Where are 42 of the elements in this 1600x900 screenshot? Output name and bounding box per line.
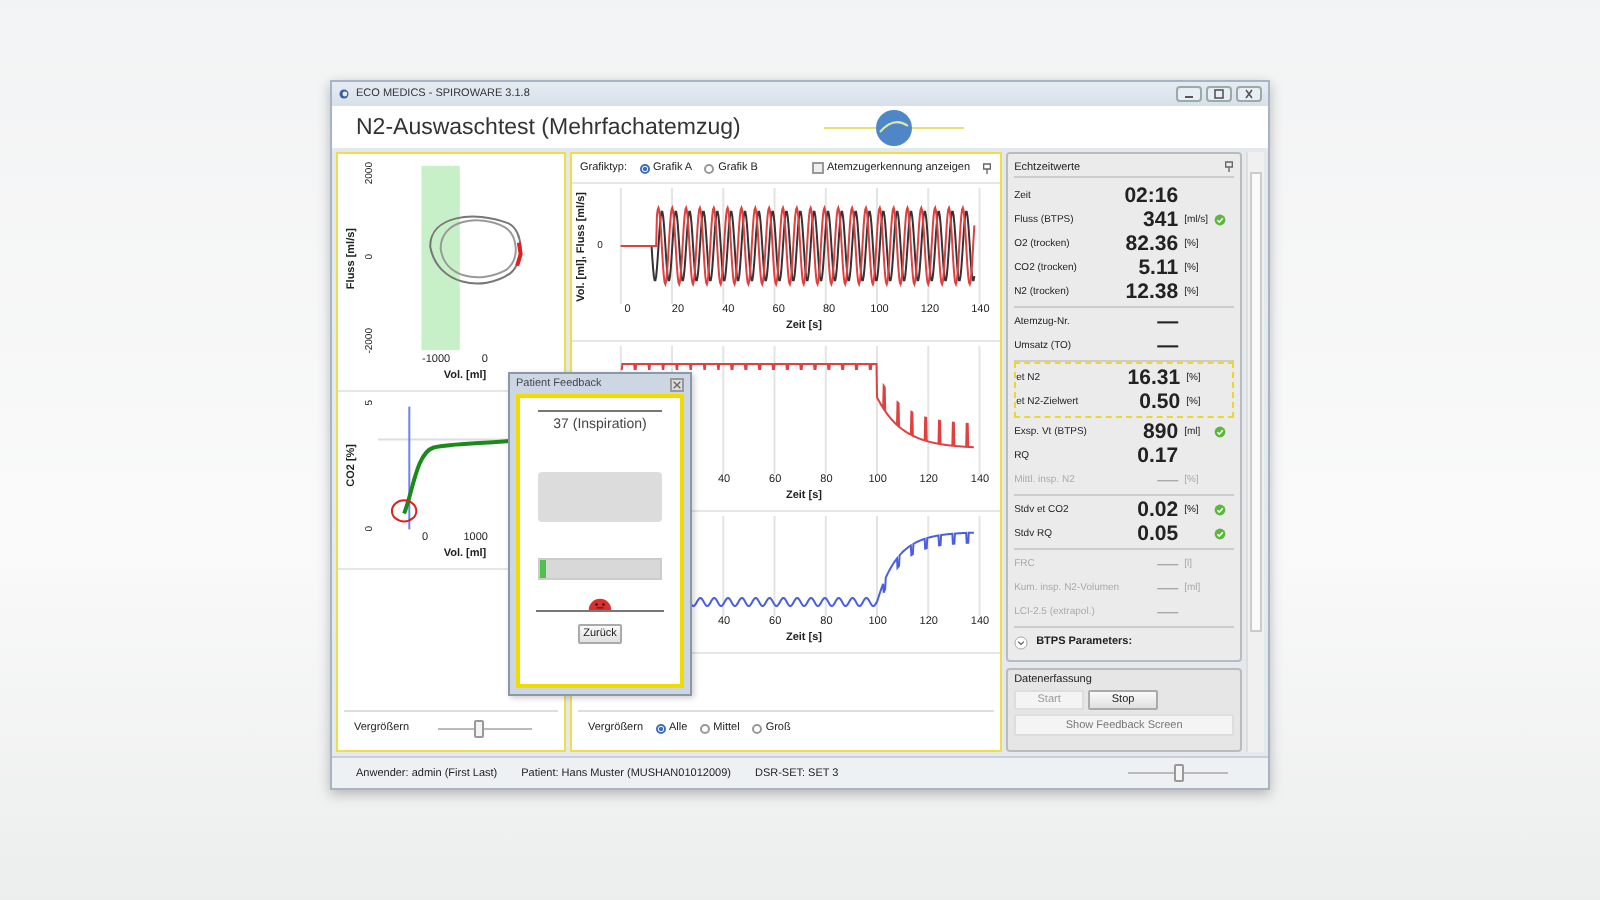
maximize-icon: [1208, 88, 1230, 100]
maximize-button[interactable]: [1206, 86, 1232, 102]
value-reading: —: [1155, 468, 1179, 492]
progress-bar: [538, 558, 662, 580]
feedback-area: [538, 472, 662, 522]
value-reading: 341: [1141, 208, 1179, 232]
slider-thumb[interactable]: [474, 719, 485, 737]
pin-icon[interactable]: [982, 161, 993, 175]
value-reading: 16.31: [1125, 366, 1181, 390]
circle-marker: [390, 499, 418, 523]
value-reading: —: [1155, 552, 1179, 576]
close-button[interactable]: [670, 377, 684, 391]
value-reading: —: [1155, 600, 1179, 624]
value-reading: 890: [1141, 420, 1179, 444]
pin-icon[interactable]: [1224, 160, 1235, 174]
value-reading: —: [1155, 334, 1179, 358]
value-reading: 82.36: [1123, 232, 1179, 256]
value-reading: 0.50: [1137, 390, 1181, 414]
value-reading: 12.38: [1123, 280, 1179, 304]
page-title: N2-Auswaschtest (Mehrfachatemzug): [356, 115, 741, 139]
radio-icon[interactable]: [655, 723, 665, 733]
slider-thumb[interactable]: [1173, 764, 1183, 782]
value-reading: 0.05: [1135, 522, 1179, 546]
radio-icon[interactable]: [751, 723, 762, 733]
scrollbar[interactable]: [1246, 152, 1264, 752]
close-button[interactable]: [1236, 86, 1262, 102]
value-reading: 02:16: [1122, 184, 1179, 208]
face-icon: [536, 596, 664, 612]
value-reading: —: [1155, 310, 1179, 334]
checkbox-icon[interactable]: [811, 162, 823, 174]
minimize-button[interactable]: [1176, 86, 1202, 102]
loop-curve-drawing: [429, 215, 523, 285]
radio-icon[interactable]: [639, 163, 650, 173]
value-reading: 5.11: [1136, 256, 1179, 280]
value-reading: 0.02: [1135, 498, 1179, 522]
expand-icon[interactable]: [1014, 635, 1029, 649]
radio-icon[interactable]: [704, 163, 715, 173]
value-reading: 0.17: [1135, 444, 1179, 468]
app-icon: [338, 88, 350, 100]
reference-line: [408, 405, 411, 531]
logo-icon: [824, 107, 965, 147]
radio-icon[interactable]: [699, 723, 710, 733]
